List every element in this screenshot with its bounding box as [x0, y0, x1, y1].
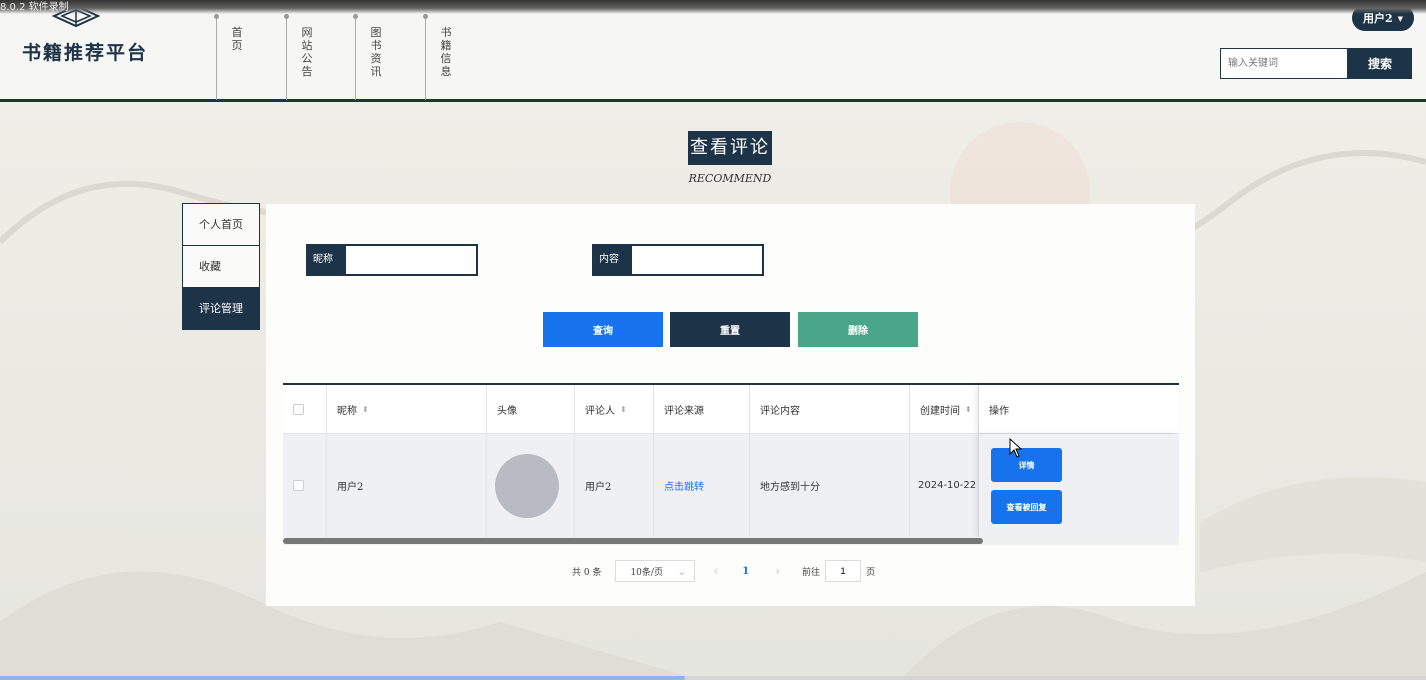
row-commenter: 用户2	[575, 434, 654, 537]
select-all-checkbox[interactable]	[293, 403, 304, 415]
content-input[interactable]	[630, 244, 764, 276]
page-title: 查看评论	[688, 131, 772, 165]
reset-button[interactable]: 重置	[670, 312, 790, 347]
header-created-label: 创建时间	[920, 405, 960, 417]
page-number[interactable]: 1	[742, 566, 749, 577]
page-size-select[interactable]: 10条/页 ⌄	[615, 560, 696, 582]
scrollbar-thumb[interactable]	[283, 538, 983, 544]
prev-page-icon[interactable]: ‹	[713, 564, 718, 578]
header-commenter[interactable]: 评论人 ⬍	[575, 385, 654, 433]
nav-home[interactable]: 首页	[214, 14, 286, 100]
header-commenter-label: 评论人	[585, 405, 615, 417]
header-source-label: 评论来源	[664, 405, 704, 417]
header-content: 评论内容	[750, 385, 910, 433]
detail-button[interactable]: 详情	[991, 448, 1062, 482]
recorder-overlay-text: 8.0.2 软件录制	[0, 2, 69, 13]
header-select-cell	[283, 385, 327, 433]
nav-book-news[interactable]: 图书资讯	[353, 14, 425, 100]
nav-book-info-label: 书籍信息	[440, 26, 452, 78]
nickname-label: 昵称	[306, 244, 344, 276]
goto-page-input[interactable]	[825, 560, 862, 582]
content-label: 内容	[592, 244, 630, 276]
goto-label: 前往	[802, 567, 821, 578]
header-avatar: 头像	[487, 385, 575, 433]
content-filter: 内容	[592, 244, 764, 276]
row-avatar-cell	[487, 434, 575, 537]
mouse-cursor-icon	[1009, 438, 1023, 458]
source-link[interactable]: 点击跳转	[664, 478, 704, 493]
view-replies-button[interactable]: 查看被回复	[991, 490, 1062, 524]
next-page-icon[interactable]: ›	[775, 564, 780, 578]
avatar	[495, 453, 559, 518]
header-actions: 操作	[979, 385, 1179, 433]
caret-down-icon: ▼	[1397, 13, 1404, 23]
nav-home-label: 首页	[231, 26, 243, 52]
header-nickname[interactable]: 昵称 ⬍	[327, 385, 487, 433]
side-item-profile[interactable]: 个人首页	[182, 203, 260, 246]
header-content-label: 评论内容	[760, 405, 800, 417]
search-button[interactable]: 搜索	[1348, 48, 1412, 79]
pagination: 共 0 条 10条/页 ⌄ ‹ 1 › 前往 页	[572, 560, 875, 582]
query-button[interactable]: 查询	[543, 312, 663, 347]
row-checkbox[interactable]	[293, 480, 304, 491]
page-unit-label: 页	[866, 567, 876, 578]
header-nickname-label: 昵称	[337, 405, 357, 417]
table-header: 昵称 ⬍ 头像 评论人 ⬍ 评论来源 评论内容 创建时间 ⬍ 操作	[283, 385, 1179, 434]
chevron-down-icon: ⌄	[677, 564, 687, 578]
side-item-favorites[interactable]: 收藏	[182, 245, 260, 288]
nav-announcements-label: 网站公告	[301, 26, 313, 78]
pagination-total: 共 0 条	[572, 567, 602, 578]
header-source: 评论来源	[654, 385, 750, 433]
page-subtitle: RECOMMEND	[688, 172, 772, 185]
row-nickname: 用户2	[327, 434, 487, 537]
sort-icon: ⬍	[620, 404, 627, 414]
delete-button[interactable]: 删除	[798, 312, 918, 347]
side-menu: 个人首页 收藏 评论管理	[182, 203, 260, 330]
table-row: 用户2 用户2 点击跳转 地方感到十分 2024-10-22 详情 查看被回复	[283, 434, 1179, 537]
sort-icon: ⬍	[965, 404, 972, 414]
nav-announcements[interactable]: 网站公告	[284, 14, 356, 100]
site-title: 书籍推荐平台	[22, 42, 149, 64]
site-header: 书籍推荐平台 首页 网站公告 图书资讯 书籍信息 用户2 ▼ 搜索	[0, 0, 1426, 102]
search-input[interactable]	[1220, 48, 1348, 79]
horizontal-scrollbar[interactable]	[283, 537, 1179, 545]
sort-icon: ⬍	[362, 404, 369, 414]
row-select-cell	[283, 434, 327, 537]
header-avatar-label: 头像	[497, 405, 517, 417]
header-actions-label: 操作	[989, 405, 1009, 417]
nickname-input[interactable]	[344, 244, 478, 276]
side-item-comment-management[interactable]: 评论管理	[182, 287, 260, 330]
nickname-filter: 昵称	[306, 244, 478, 276]
nav-book-info[interactable]: 书籍信息	[423, 14, 495, 100]
nav-book-news-label: 图书资讯	[370, 26, 382, 78]
row-content: 地方感到十分	[750, 434, 910, 537]
row-created: 2024-10-22	[910, 434, 979, 537]
recorder-overlay-strip: 8.0.2 软件录制	[0, 0, 1426, 14]
header-created[interactable]: 创建时间 ⬍	[910, 385, 979, 433]
main-panel: 昵称 内容 查询 重置 删除 昵称 ⬍ 头像 评论人 ⬍ 评论来源 评论内容 创…	[266, 204, 1195, 606]
row-source-cell: 点击跳转	[654, 434, 750, 537]
comments-table: 昵称 ⬍ 头像 评论人 ⬍ 评论来源 评论内容 创建时间 ⬍ 操作 用户2 用户…	[283, 383, 1179, 545]
bottom-progress-line	[0, 676, 1426, 680]
page-size-value: 10条/页	[630, 567, 663, 578]
